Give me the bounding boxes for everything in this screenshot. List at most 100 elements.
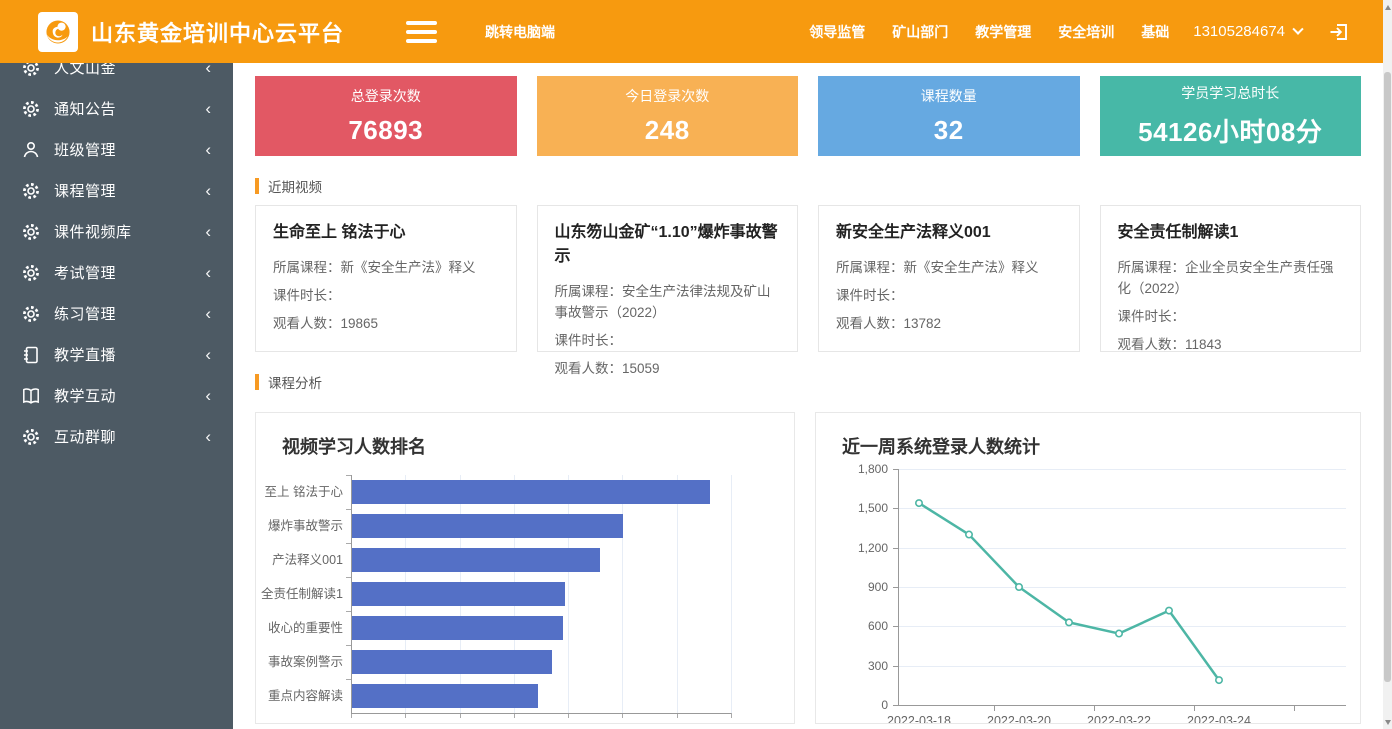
nav-item-basic[interactable]: 基础 — [1141, 22, 1169, 42]
nav-item-mine-department[interactable]: 矿山部门 — [892, 22, 948, 42]
data-point-marker — [1016, 584, 1022, 590]
video-title: 生命至上 铭法于心 — [273, 221, 499, 245]
user-account-dropdown[interactable]: 13105284674 — [1193, 23, 1302, 40]
sidebar-item[interactable]: 教学直播 ‹ — [0, 334, 233, 375]
sidebar-item-label: 教学互动 — [54, 385, 205, 406]
video-course: 所属课程：企业全员安全生产责任强化（2022） — [1118, 257, 1344, 299]
data-point-marker — [1066, 619, 1072, 625]
video-viewers: 观看人数：11843 — [1118, 334, 1344, 355]
stat-label: 课程数量 — [921, 86, 977, 106]
sidebar-item-label: 课程管理 — [54, 180, 205, 201]
bar — [351, 480, 710, 504]
scroll-up-arrow[interactable] — [1383, 0, 1392, 14]
chevron-left-icon: ‹ — [205, 428, 211, 445]
video-viewers: 观看人数：15059 — [555, 358, 781, 379]
charts-row: 视频学习人数排名 03,0006,0009,00012,00015,00018,… — [255, 412, 1361, 724]
sidebar-item-label: 互动群聊 — [54, 426, 205, 447]
sidebar-item[interactable]: 通知公告 ‹ — [0, 88, 233, 129]
x-axis-tick — [731, 713, 732, 718]
line-chart-title: 近一周系统登录人数统计 — [816, 413, 1360, 459]
x-axis-tick — [1294, 706, 1295, 711]
stat-card-total-logins: 总登录次数 76893 — [255, 76, 517, 156]
video-card[interactable]: 安全责任制解读1 所属课程：企业全员安全生产责任强化（2022） 课件时长： 观… — [1100, 205, 1362, 352]
sidebar-item[interactable]: 课程管理 ‹ — [0, 170, 233, 211]
gridline — [622, 475, 623, 713]
videos-row: 生命至上 铭法于心 所属课程：新《安全生产法》释义 课件时长： 观看人数：198… — [255, 205, 1361, 352]
x-axis-tick — [1094, 706, 1095, 711]
y-tick-label: 1,200 — [822, 541, 888, 555]
stat-card-today-logins: 今日登录次数 248 — [537, 76, 799, 156]
sidebar: 人文山金 ‹ 通知公告 ‹ 班级管理 ‹ 课程管理 ‹ 课件视频库 ‹ 考试管理… — [0, 0, 233, 729]
video-title: 安全责任制解读1 — [1118, 221, 1344, 245]
video-card[interactable]: 新安全生产法释义001 所属课程：新《安全生产法》释义 课件时长： 观看人数：1… — [818, 205, 1080, 352]
y-axis-line — [351, 475, 352, 714]
bar-chart-title: 视频学习人数排名 — [256, 413, 794, 459]
stat-value: 54126小时08分 — [1138, 112, 1322, 149]
notebook-icon — [21, 345, 41, 365]
data-point-marker — [1116, 630, 1122, 636]
video-viewers: 观看人数：19865 — [273, 313, 499, 334]
y-tick-label: 0 — [822, 698, 888, 712]
sidebar-item[interactable]: 课件视频库 ‹ — [0, 211, 233, 252]
scroll-thumb[interactable] — [1384, 72, 1391, 682]
chevron-left-icon: ‹ — [205, 100, 211, 117]
category-label: 爆炸事故警示 — [256, 509, 343, 543]
logout-button[interactable] — [1328, 21, 1350, 43]
gear-icon — [21, 427, 41, 447]
sidebar-item[interactable]: 考试管理 ‹ — [0, 252, 233, 293]
video-card[interactable]: 生命至上 铭法于心 所属课程：新《安全生产法》释义 课件时长： 观看人数：198… — [255, 205, 517, 352]
x-tick-label: 2022-03-24 — [1159, 714, 1279, 724]
nav-item-teaching-management[interactable]: 教学管理 — [975, 22, 1031, 42]
login-trend-line — [898, 469, 1346, 705]
video-duration: 课件时长： — [1118, 306, 1344, 327]
gear-icon — [21, 304, 41, 324]
y-tick-label: 600 — [822, 619, 888, 633]
stat-label: 总登录次数 — [351, 86, 421, 106]
gear-icon — [21, 181, 41, 201]
y-tick-label: 1,800 — [822, 462, 888, 476]
top-bar: 山东黄金培训中心云平台 跳转电脑端 领导监管 矿山部门 教学管理 安全培训 基础… — [0, 0, 1392, 63]
category-label: 全责任制解读1 — [256, 577, 343, 611]
data-point-marker — [1166, 607, 1172, 613]
x-axis-tick — [1194, 706, 1195, 711]
category-label: 事故案例警示 — [256, 645, 343, 679]
scroll-down-arrow[interactable] — [1383, 715, 1392, 729]
chevron-left-icon: ‹ — [205, 387, 211, 404]
video-title: 山东笏山金矿“1.10”爆炸事故警示 — [555, 221, 781, 269]
bar-chart-card: 视频学习人数排名 03,0006,0009,00012,00015,00018,… — [255, 412, 795, 724]
sidebar-item[interactable]: 教学互动 ‹ — [0, 375, 233, 416]
sidebar-item-label: 班级管理 — [54, 139, 205, 160]
stat-label: 今日登录次数 — [625, 86, 709, 106]
bar — [351, 514, 623, 538]
vertical-scrollbar[interactable] — [1383, 0, 1392, 729]
user-icon — [21, 140, 41, 160]
nav-item-leader-supervision[interactable]: 领导监管 — [809, 22, 865, 42]
gridline — [731, 475, 732, 713]
nav-item-safety-training[interactable]: 安全培训 — [1058, 22, 1114, 42]
hamburger-menu-icon[interactable] — [406, 16, 437, 48]
y-tick-label: 900 — [822, 580, 888, 594]
x-axis-line — [351, 713, 731, 714]
jump-to-pc-link[interactable]: 跳转电脑端 — [485, 22, 555, 42]
video-card[interactable]: 山东笏山金矿“1.10”爆炸事故警示 所属课程：安全生产法律法规及矿山事故警示（… — [537, 205, 799, 352]
chevron-left-icon: ‹ — [205, 346, 211, 363]
sidebar-item[interactable]: 互动群聊 ‹ — [0, 416, 233, 457]
logout-icon — [1328, 21, 1350, 43]
sidebar-item[interactable]: 班级管理 ‹ — [0, 129, 233, 170]
chevron-left-icon: ‹ — [205, 305, 211, 322]
weekly-logins-line-chart: 1,8001,5001,20090060030002022-03-182022-… — [898, 469, 1346, 705]
shandong-gold-logo-icon — [42, 16, 74, 48]
stat-label: 学员学习总时长 — [1181, 83, 1279, 103]
stats-row: 总登录次数 76893 今日登录次数 248 课程数量 32 学员学习总时长 5… — [255, 76, 1361, 156]
chevron-left-icon: ‹ — [205, 264, 211, 281]
data-point-marker — [916, 500, 922, 506]
user-phone: 13105284674 — [1193, 23, 1285, 40]
section-recent-videos: 近期视频 — [255, 176, 1361, 196]
stat-card-course-count: 课程数量 32 — [818, 76, 1080, 156]
chevron-left-icon: ‹ — [205, 182, 211, 199]
app-title: 山东黄金培训中心云平台 — [91, 16, 344, 48]
video-course: 所属课程：安全生产法律法规及矿山事故警示（2022） — [555, 281, 781, 323]
sidebar-item[interactable]: 练习管理 ‹ — [0, 293, 233, 334]
video-duration: 课件时长： — [836, 285, 1062, 306]
gear-icon — [21, 222, 41, 242]
